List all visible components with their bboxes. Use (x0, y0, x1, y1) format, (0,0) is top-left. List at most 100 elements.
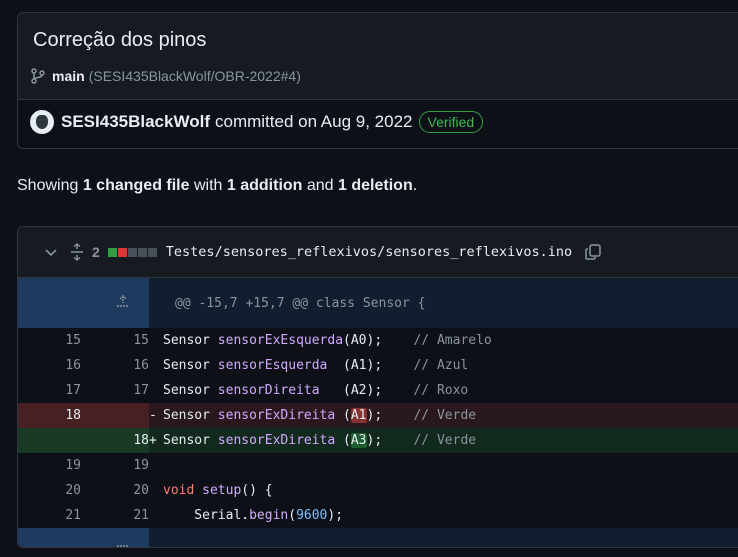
new-line-number[interactable]: 16 (81, 353, 149, 378)
diff-marker (149, 333, 163, 348)
diff-marker (149, 508, 163, 523)
summary-files: 1 changed file (82, 177, 190, 194)
context-line: 19 19 (18, 453, 738, 478)
summary-with: with (189, 177, 227, 194)
new-line-number[interactable]: 20 (81, 478, 149, 503)
hunk-header-row: @@ -15,7 +15,7 @@ class Sensor { (18, 278, 738, 328)
expand-down-icon (116, 545, 129, 547)
diff-marker (149, 383, 163, 398)
chevron-down-icon[interactable] (44, 245, 58, 259)
branch-link[interactable]: main (52, 68, 85, 84)
code-token: ( (335, 433, 351, 448)
code-line: Serial.begin(9600); (149, 503, 738, 528)
avatar[interactable] (30, 110, 54, 134)
commit-header: Correção dos pinos main (SESI435BlackWol… (18, 13, 738, 100)
summary-additions: 1 addition (226, 177, 303, 194)
author-link[interactable]: SESI435BlackWolf (61, 112, 210, 132)
diffstat-square (107, 247, 117, 257)
new-line-number[interactable]: 21 (81, 503, 149, 528)
expand-up-button[interactable] (18, 278, 149, 328)
code-token: void (163, 483, 195, 498)
code-token: ); (366, 408, 414, 423)
added-line: 18 + Sensor sensorExDireita (A3); // Verde (18, 428, 738, 453)
code-line: Sensor sensorEsquerda (A1); // Azul (149, 353, 738, 378)
diffstat-square (147, 247, 157, 257)
code-token: () { (241, 483, 273, 498)
code-token: (A0); (343, 333, 414, 348)
diffstat-square (127, 247, 137, 257)
code-token: 9600 (296, 508, 328, 523)
verified-badge[interactable]: Verified (418, 111, 484, 133)
commit-box: Correção dos pinos main (SESI435BlackWol… (17, 12, 738, 149)
expand-down-button[interactable] (18, 528, 149, 547)
diff-summary: Showing 1 changed file with 1 addition a… (17, 177, 417, 195)
author-line: SESI435BlackWolf committed on Aug 9, 202… (30, 110, 484, 134)
old-line-number[interactable]: 21 (18, 503, 81, 528)
diff-table: @@ -15,7 +15,7 @@ class Sensor { 15 15 Se… (18, 278, 738, 547)
code-token: Sensor (163, 433, 218, 448)
new-line-number[interactable] (81, 403, 149, 428)
code-line: void setup() { (149, 478, 738, 503)
expand-all-icon[interactable] (70, 243, 84, 261)
copy-icon[interactable] (584, 243, 602, 261)
code-token: sensorExEsquerda (217, 333, 344, 348)
code-token: sensorExDireita (217, 408, 336, 423)
commit-date: committed on Aug 9, 2022 (214, 112, 413, 131)
file-path[interactable]: Testes/sensores_reflexivos/sensores_refl… (166, 244, 572, 260)
code-token: begin (249, 508, 289, 523)
code-line: Sensor sensorExEsquerda(A0); // Amarelo (149, 328, 738, 353)
old-line-number[interactable]: 15 (18, 328, 81, 353)
diff-marker: + (149, 433, 157, 448)
code-token: // Verde (413, 433, 477, 448)
changes-count: 2 (92, 244, 100, 260)
code-line: + Sensor sensorExDireita (A3); // Verde (149, 428, 738, 453)
old-line-number[interactable]: 20 (18, 478, 81, 503)
file-diff: 2 Testes/sensores_reflexivos/sensores_re… (17, 226, 738, 548)
deleted-line: 18 - Sensor sensorExDireita (A1); // Verde (18, 403, 738, 428)
new-line-number[interactable]: 18 (81, 428, 149, 453)
diff-marker: - (149, 408, 157, 423)
new-line-number[interactable]: 19 (81, 453, 149, 478)
branch-line: main (SESI435BlackWolf/OBR-2022#4) (30, 68, 301, 84)
diffstat-square (117, 247, 127, 257)
file-header: 2 Testes/sensores_reflexivos/sensores_re… (18, 227, 738, 278)
code-token: Sensor (163, 383, 218, 398)
diffstat-square (137, 247, 147, 257)
summary-prefix: Showing (17, 177, 83, 194)
commit-title: Correção dos pinos (33, 29, 207, 51)
old-line-number[interactable] (18, 428, 81, 453)
code-token: sensorExDireita (217, 433, 336, 448)
code-token: setup (202, 483, 242, 498)
diff-marker (149, 458, 163, 473)
diff-marker (149, 358, 163, 373)
pull-request-link[interactable]: (SESI435BlackWolf/OBR-2022#4) (89, 68, 301, 84)
code-token: sensorEsquerda (217, 358, 328, 373)
old-line-number[interactable]: 17 (18, 378, 81, 403)
code-token: ); (366, 433, 414, 448)
new-line-number[interactable]: 15 (81, 328, 149, 353)
code-token: A3 (350, 433, 367, 448)
new-line-number[interactable]: 17 (81, 378, 149, 403)
expand-up-icon (116, 295, 129, 307)
code-token: // Roxo (413, 383, 469, 398)
old-line-number[interactable]: 18 (18, 403, 81, 428)
context-line: 21 21 Serial.begin(9600); (18, 503, 738, 528)
code-token: ( (335, 408, 351, 423)
old-line-number[interactable]: 19 (18, 453, 81, 478)
summary-and: and (302, 177, 339, 194)
hunk-footer (149, 528, 738, 547)
diff-marker (149, 483, 163, 498)
summary-end: . (412, 177, 418, 194)
code-token: ); (327, 508, 344, 523)
code-token: // Amarelo (413, 333, 492, 348)
old-line-number[interactable]: 16 (18, 353, 81, 378)
hunk-footer-row (18, 528, 738, 547)
code-line: - Sensor sensorExDireita (A1); // Verde (149, 403, 738, 428)
context-line: 20 20 void setup() { (18, 478, 738, 503)
diffstat-bar (107, 247, 158, 257)
code-token: ( (288, 508, 297, 523)
code-token: (A1); (327, 358, 414, 373)
context-line: 17 17 Sensor sensorDireita (A2); // Roxo (18, 378, 738, 403)
code-token: sensorDireita (217, 383, 320, 398)
summary-deletions: 1 deletion (338, 177, 413, 194)
